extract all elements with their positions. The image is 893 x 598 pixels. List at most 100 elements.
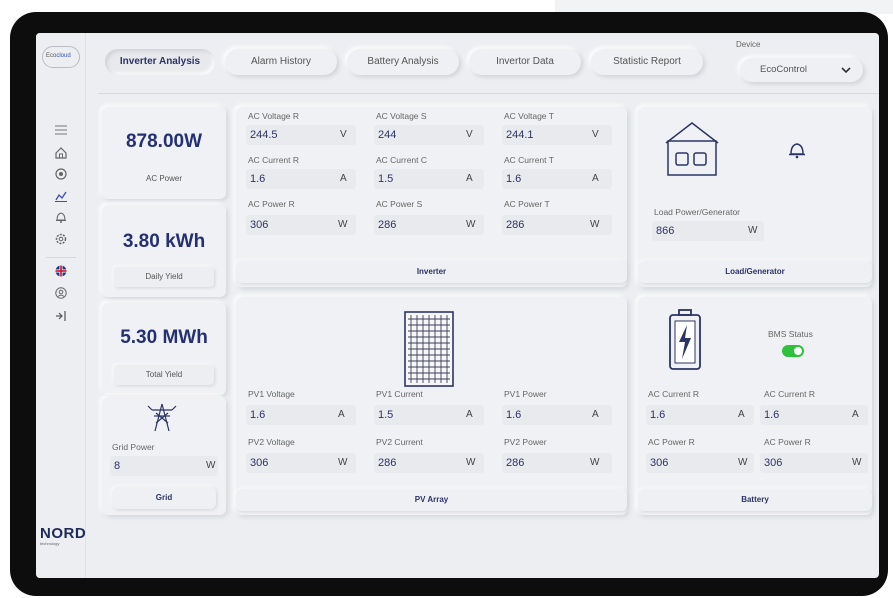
- battery-field-value: 306: [650, 457, 669, 469]
- inverter-field-value: 286: [506, 219, 525, 231]
- pv-field-value: 1.6: [506, 409, 522, 421]
- battery-field-value: 306: [764, 457, 783, 469]
- radar-icon[interactable]: [50, 168, 72, 184]
- house-icon: [664, 121, 720, 182]
- inverter-field-unit: V: [340, 129, 347, 140]
- inverter-field-value: 244: [378, 129, 397, 141]
- daily-yield-value: 3.80 kWh: [122, 231, 206, 252]
- user-icon[interactable]: [50, 287, 72, 303]
- alarm-bell-icon[interactable]: [788, 141, 806, 164]
- ac-power-value: 878.00W: [125, 131, 203, 152]
- pv-field-value: 1.5: [378, 409, 394, 421]
- device-select[interactable]: EcoControl: [740, 58, 863, 82]
- load-power-label: Load Power/Generator: [654, 207, 740, 217]
- pv-field-label: PV1 Current: [376, 389, 423, 399]
- pv-field-label: PV2 Voltage: [248, 437, 295, 447]
- tab-statistic-report[interactable]: Statistic Report: [591, 49, 703, 75]
- battery-panel: BMS Status AC Current R 1.6 A AC Current…: [638, 297, 872, 515]
- tab-alarm-history[interactable]: Alarm History: [225, 49, 337, 75]
- battery-field-unit: W: [852, 457, 862, 468]
- inverter-field-value: 1.6: [250, 173, 266, 185]
- pv-field-label: PV2 Current: [376, 437, 423, 447]
- header-divider: [98, 93, 879, 94]
- app-screen: Ecocloud NORD technology Inverter Analys…: [36, 33, 879, 578]
- inverter-field-unit: W: [338, 219, 348, 230]
- battery-field-label: AC Current R: [764, 389, 816, 399]
- menu-icon[interactable]: [50, 123, 72, 139]
- tab-battery-analysis[interactable]: Battery Analysis: [347, 49, 459, 75]
- home-icon[interactable]: [50, 147, 72, 163]
- inverter-field-value: 1.5: [378, 173, 394, 185]
- daily-yield-label: Daily Yield: [114, 267, 214, 287]
- load-power-value: 866: [656, 225, 675, 237]
- inverter-field-value: 306: [250, 219, 269, 231]
- settings-icon[interactable]: [50, 233, 72, 249]
- pv-field-value: 306: [250, 457, 269, 469]
- pv-field-unit: W: [590, 457, 600, 468]
- grid-power-unit: W: [206, 460, 216, 471]
- tab-inverter-analysis[interactable]: Inverter Analysis: [105, 49, 215, 75]
- app-logo[interactable]: Ecocloud: [42, 46, 80, 68]
- inverter-field-value: 244.5: [250, 129, 278, 141]
- total-yield-label: Total Yield: [114, 365, 214, 385]
- load-footer: Load/Generator: [638, 261, 872, 283]
- inverter-field-label: AC Voltage S: [376, 111, 427, 121]
- grid-card: Grid Power 8 W Grid: [102, 397, 226, 515]
- inverter-field-label: AC Current T: [504, 155, 554, 165]
- bell-icon[interactable]: [50, 211, 72, 227]
- inverter-field-label: AC Voltage R: [248, 111, 300, 121]
- tab-invertor-data[interactable]: Invertor Data: [469, 49, 581, 75]
- inverter-footer: Inverter: [236, 261, 627, 283]
- pv-field-unit: A: [592, 409, 599, 420]
- ac-power-card: 878.00W AC Power: [102, 107, 226, 199]
- battery-field-unit: A: [852, 409, 859, 420]
- sidebar: Ecocloud NORD technology: [36, 33, 86, 578]
- pv-field-label: PV1 Voltage: [248, 389, 295, 399]
- grid-power-value: 8: [114, 460, 121, 472]
- pv-panel: PV1 Voltage 1.6 A PV1 Current 1.5 A PV1 …: [236, 297, 627, 515]
- battery-field-unit: W: [738, 457, 748, 468]
- pv-field-value: 286: [506, 457, 525, 469]
- inverter-field-unit: A: [340, 173, 347, 184]
- inverter-field-unit: A: [592, 173, 599, 184]
- pv-field-unit: A: [338, 409, 345, 420]
- chevron-down-icon: [841, 58, 851, 92]
- grid-footer: Grid: [112, 487, 216, 509]
- total-yield-card: 5.30 MWh Total Yield: [102, 303, 226, 395]
- power-tower-icon: [146, 401, 178, 438]
- pv-footer: PV Array: [236, 489, 627, 511]
- inverter-field-label: AC Current C: [376, 155, 428, 165]
- battery-icon: [668, 309, 702, 376]
- grid-power-field: [110, 456, 218, 476]
- pv-field-label: PV1 Power: [504, 389, 547, 399]
- bms-status-label: BMS Status: [768, 329, 813, 339]
- inverter-field-unit: V: [592, 129, 599, 140]
- inverter-field-unit: V: [466, 129, 473, 140]
- battery-field-label: AC Power R: [648, 437, 695, 447]
- logout-icon[interactable]: [50, 310, 72, 326]
- chart-icon[interactable]: [50, 190, 72, 206]
- battery-field-label: AC Power R: [764, 437, 811, 447]
- inverter-field-unit: W: [590, 219, 600, 230]
- solar-panel-icon: [404, 311, 454, 392]
- brand-logo: NORD: [40, 525, 87, 542]
- inverter-field-label: AC Voltage T: [504, 111, 554, 121]
- inverter-panel: AC Voltage R 244.5 V AC Voltage S 244 V …: [236, 107, 627, 287]
- sidebar-divider: [46, 257, 76, 258]
- bms-status-toggle[interactable]: [782, 345, 804, 357]
- battery-field-value: 1.6: [650, 409, 666, 421]
- grid-power-label: Grid Power: [112, 442, 155, 452]
- inverter-field-value: 286: [378, 219, 397, 231]
- pv-field-value: 286: [378, 457, 397, 469]
- device-label: Device: [736, 40, 761, 49]
- pv-field-unit: W: [338, 457, 348, 468]
- battery-field-value: 1.6: [764, 409, 780, 421]
- total-yield-value: 5.30 MWh: [120, 327, 208, 348]
- inverter-field-label: AC Power S: [376, 199, 423, 209]
- flag-uk-icon[interactable]: [50, 265, 72, 281]
- pv-field-unit: W: [466, 457, 476, 468]
- device-value: EcoControl: [760, 64, 807, 75]
- daily-yield-card: 3.80 kWh Daily Yield: [102, 205, 226, 297]
- load-panel: Load Power/Generator 866 W Load/Generato…: [638, 107, 872, 287]
- inverter-field-value: 1.6: [506, 173, 522, 185]
